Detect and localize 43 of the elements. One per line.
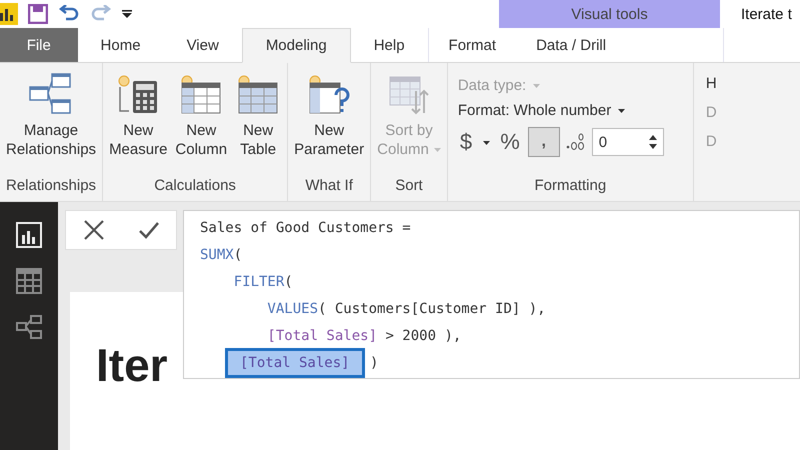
decimal-places-icon bbox=[566, 133, 586, 151]
ribbon-button[interactable]: New Column bbox=[173, 73, 230, 177]
customize-dropdown-icon[interactable] bbox=[122, 9, 132, 19]
ribbon-button[interactable]: New Table bbox=[233, 73, 284, 177]
close-icon[interactable] bbox=[82, 219, 104, 241]
decimal-places-spinner[interactable]: 0 bbox=[592, 128, 664, 156]
format-dropdown[interactable]: Format: Whole number bbox=[458, 102, 683, 119]
ribbon-label: D bbox=[706, 104, 717, 121]
spin-arrows-icon bbox=[648, 134, 657, 150]
file-tab[interactable]: File bbox=[0, 28, 78, 62]
ribbon-button[interactable]: New Measure bbox=[107, 73, 170, 177]
code-line: VALUES( Customers[Customer ID] ), bbox=[266, 300, 547, 319]
ribbon-button[interactable]: Manage Relationships bbox=[4, 73, 98, 177]
bar-chart-icon bbox=[16, 222, 42, 248]
group-label: What If bbox=[304, 177, 354, 196]
grid-icon bbox=[16, 268, 42, 294]
code-line: [Total Sales] > 2000 ), bbox=[266, 327, 462, 346]
group-label: Calculations bbox=[153, 177, 237, 196]
contextual-group-header: Visual tools bbox=[499, 0, 720, 28]
caret-icon bbox=[618, 108, 626, 112]
code-line: [Total Sales] ) bbox=[200, 352, 799, 379]
percent-button[interactable]: % bbox=[498, 127, 522, 157]
bar-chart-logo-icon bbox=[0, 3, 18, 25]
document-title: Iterate t bbox=[741, 6, 792, 22]
caret-icon bbox=[533, 84, 540, 88]
ribbon-label: H bbox=[706, 75, 717, 92]
code-line: Sales of Good Customers = bbox=[200, 219, 412, 238]
code-line: FILTER( bbox=[232, 273, 294, 292]
group-label: Formatting bbox=[533, 177, 608, 196]
ribbon-label: D bbox=[706, 133, 717, 150]
ribbon-button[interactable]: New Parameter bbox=[292, 73, 366, 177]
comma-style-button[interactable]: , bbox=[528, 127, 560, 157]
ribbon-tab[interactable]: Modeling bbox=[242, 28, 351, 63]
undo-icon[interactable] bbox=[58, 5, 80, 23]
code-line: SUMX( bbox=[200, 246, 244, 265]
linked-boxes-icon bbox=[16, 314, 42, 340]
caret-icon bbox=[483, 141, 490, 146]
group-label: Sort bbox=[394, 177, 424, 196]
save-icon[interactable] bbox=[28, 4, 48, 24]
formula-editor[interactable]: Sales of Good Customers = SUMX( FILTER( VALUES( Customers[Customer ID] ), [Total Sales] > 2000 ), [Total Sales] ) bbox=[183, 210, 800, 379]
group-label: Relationships bbox=[5, 177, 98, 196]
currency-dropdown[interactable]: $ bbox=[458, 127, 492, 157]
report-title: Iter bbox=[96, 338, 168, 392]
